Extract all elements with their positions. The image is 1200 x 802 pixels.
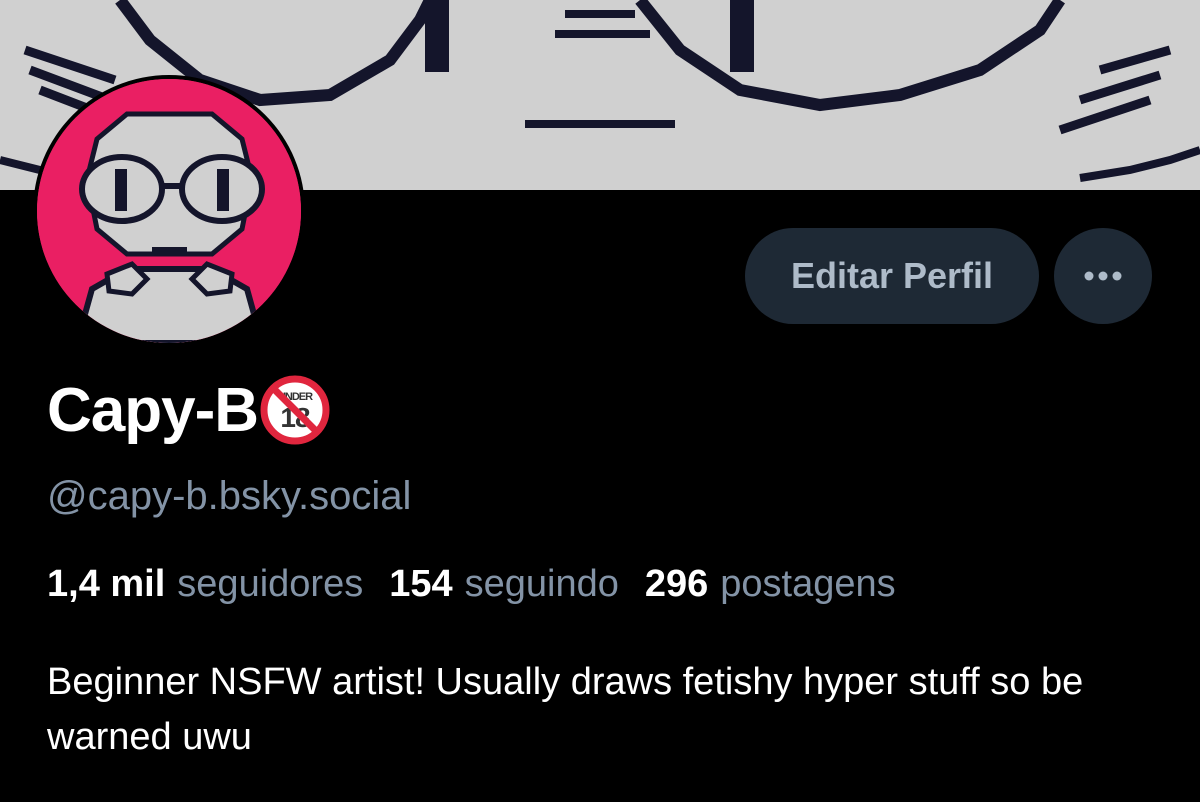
posts-count: 296 (644, 563, 709, 605)
under-18-badge-icon: UNDER 18 (260, 375, 330, 445)
profile-stats: 1,4 mil seguidores 154 seguindo 296 post… (47, 563, 922, 606)
avatar[interactable] (33, 75, 305, 347)
display-name: Capy-B (47, 375, 259, 445)
following-label[interactable]: seguindo (465, 563, 619, 606)
followers-label[interactable]: seguidores (177, 563, 363, 606)
handle: @capy-b.bsky.social (47, 474, 412, 518)
ellipsis-icon (1084, 271, 1122, 281)
posts-label: postagens (720, 563, 896, 605)
following-count[interactable]: 154 (389, 563, 452, 606)
display-name-row: Capy-B UNDER 18 (47, 375, 330, 445)
more-options-button[interactable] (1054, 228, 1152, 324)
edit-profile-button[interactable]: Editar Perfil (745, 228, 1039, 324)
profile-page: Editar Perfil Capy-B UNDER 18 @capy-b.bs… (0, 0, 1200, 802)
followers-count[interactable]: 1,4 mil (47, 563, 165, 606)
avatar-image (37, 79, 301, 343)
profile-bio: Beginner NSFW artist! Usually draws feti… (47, 661, 1084, 758)
